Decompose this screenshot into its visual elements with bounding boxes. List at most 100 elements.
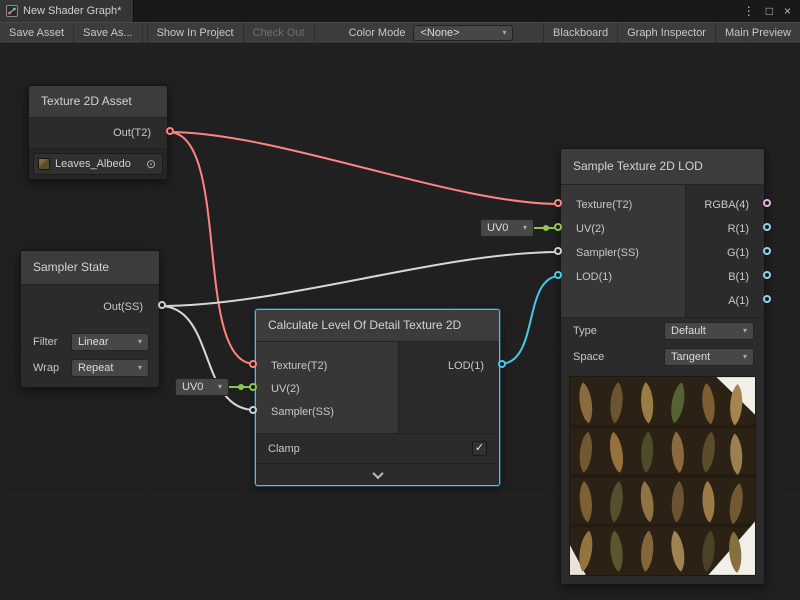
clamp-label: Clamp [268, 443, 300, 455]
port-in-texture2d[interactable] [249, 360, 257, 368]
port-out-b[interactable] [763, 271, 771, 279]
close-icon[interactable]: × [784, 4, 791, 18]
save-as-button[interactable]: Save As... [74, 23, 143, 43]
chevron-down-icon [372, 467, 383, 478]
blackboard-toggle-button[interactable]: Blackboard [543, 23, 617, 43]
node-sampler-state[interactable]: Sampler State Out(SS) Filter Linear ▾ Wr… [20, 250, 160, 388]
port-out-a[interactable] [763, 295, 771, 303]
collapse-bar[interactable] [256, 463, 499, 485]
texture-thumbnail [38, 158, 50, 170]
port-out-r[interactable] [763, 223, 771, 231]
uv-channel-dropdown-calc[interactable]: UV0 ▾ [175, 378, 229, 396]
filter-dropdown[interactable]: Linear ▾ [71, 333, 149, 351]
port-label: Texture(T2) [256, 360, 327, 372]
maximize-icon[interactable]: □ [766, 4, 773, 18]
port-in-uv[interactable] [554, 223, 562, 231]
wrap-value: Repeat [78, 362, 113, 374]
port-row: A(1) [686, 289, 764, 313]
wire-lod-to-sample-lod[interactable] [500, 276, 560, 364]
node-texture-2d-asset[interactable]: Texture 2D Asset Out(T2) Leaves_Albedo ⊙ [28, 85, 168, 180]
port-out-texture2d[interactable] [166, 127, 174, 135]
window-tab[interactable]: New Shader Graph* [0, 0, 134, 22]
graph-inspector-toggle-button[interactable]: Graph Inspector [617, 23, 715, 43]
texture-preview [569, 376, 756, 576]
port-label: A(1) [728, 295, 764, 307]
color-mode-dropdown[interactable]: <None> ▾ [413, 25, 513, 41]
check-out-button[interactable]: Check Out [244, 23, 315, 43]
port-in-texture2d[interactable] [554, 199, 562, 207]
wire-texture-to-sample-lod[interactable] [168, 132, 560, 204]
graph-canvas[interactable]: Texture 2D Asset Out(T2) Leaves_Albedo ⊙… [0, 44, 800, 600]
port-row: Sampler(SS) [256, 400, 398, 423]
uv-connector-dot [543, 225, 549, 231]
wrap-dropdown[interactable]: Repeat ▾ [71, 359, 149, 377]
shader-graph-icon [6, 5, 18, 17]
port-out-g[interactable] [763, 247, 771, 255]
chevron-down-icon: ▾ [743, 353, 747, 361]
port-in-lod[interactable] [554, 271, 562, 279]
port-out-rgba[interactable] [763, 199, 771, 207]
port-row: G(1) [686, 241, 764, 265]
window-controls: ⋮ □ × [743, 0, 800, 22]
port-label: B(1) [728, 271, 764, 283]
port-in-uv[interactable] [249, 383, 257, 391]
uv-channel-dropdown-sample[interactable]: UV0 ▾ [480, 219, 534, 237]
toolbar-spacer [513, 23, 543, 43]
port-row: LOD(1) [561, 265, 685, 289]
port-label: Texture(T2) [561, 199, 632, 211]
port-label-out-t2: Out(T2) [113, 127, 151, 139]
wrap-label: Wrap [33, 362, 59, 374]
port-label: RGBA(4) [704, 199, 764, 211]
wire-texture-to-calc-lod[interactable] [168, 132, 255, 364]
shader-graph-window: New Shader Graph* ⋮ □ × Save Asset Save … [0, 0, 800, 600]
node-title[interactable]: Texture 2D Asset [29, 86, 167, 118]
chevron-down-icon: ▾ [138, 338, 142, 346]
port-in-sampler[interactable] [249, 406, 257, 414]
space-value: Tangent [671, 351, 710, 363]
port-label: UV(2) [561, 223, 605, 235]
check-icon: ✓ [475, 443, 484, 454]
space-label: Space [573, 351, 604, 363]
filter-label: Filter [33, 336, 57, 348]
node-calculate-lod-texture-2d[interactable]: Calculate Level Of Detail Texture 2D Tex… [255, 309, 500, 486]
save-asset-button[interactable]: Save Asset [0, 23, 74, 43]
type-value: Default [671, 325, 706, 337]
port-label: LOD(1) [448, 360, 499, 372]
input-port-panel: Texture(T2) UV(2) Sampler(SS) [256, 342, 399, 433]
port-row: B(1) [686, 265, 764, 289]
texture-object-field[interactable]: Leaves_Albedo ⊙ [33, 153, 163, 175]
clamp-checkbox[interactable]: ✓ [472, 441, 487, 456]
color-mode-label: Color Mode [341, 23, 414, 43]
node-sample-texture-2d-lod[interactable]: Sample Texture 2D LOD Texture(T2) UV(2) … [560, 148, 765, 585]
input-port-panel: Texture(T2) UV(2) Sampler(SS) LOD(1) [561, 185, 686, 317]
clamp-row: Clamp ✓ [256, 433, 499, 463]
object-picker-icon[interactable]: ⊙ [144, 158, 158, 170]
type-dropdown[interactable]: Default ▾ [664, 322, 754, 340]
wire-sampler-to-sample-lod[interactable] [160, 252, 560, 306]
port-out-samplerstate[interactable] [158, 301, 166, 309]
title-bar: New Shader Graph* ⋮ □ × [0, 0, 800, 22]
output-port-panel: RGBA(4) R(1) G(1) B(1) [686, 185, 764, 317]
chevron-down-icon: ▾ [502, 29, 506, 37]
node-title[interactable]: Sample Texture 2D LOD [561, 149, 764, 185]
port-out-lod[interactable] [498, 360, 506, 368]
port-label: Sampler(SS) [256, 406, 334, 418]
port-label: Sampler(SS) [561, 247, 639, 259]
port-label: LOD(1) [561, 271, 612, 283]
port-label: UV(2) [256, 383, 300, 395]
chevron-down-icon: ▾ [523, 224, 527, 232]
menu-icon[interactable]: ⋮ [743, 4, 755, 18]
port-row-out-ss: Out(SS) [21, 285, 159, 329]
chevron-down-icon: ▾ [138, 364, 142, 372]
space-row: Space Tangent ▾ [561, 344, 764, 370]
node-title[interactable]: Calculate Level Of Detail Texture 2D [256, 310, 499, 342]
chevron-down-icon: ▾ [743, 327, 747, 335]
port-label-out-ss: Out(SS) [103, 301, 143, 313]
uv-channel-value: UV0 [487, 222, 508, 234]
main-preview-toggle-button[interactable]: Main Preview [715, 23, 800, 43]
node-title[interactable]: Sampler State [21, 251, 159, 285]
show-in-project-button[interactable]: Show In Project [147, 23, 244, 43]
port-in-sampler[interactable] [554, 247, 562, 255]
output-port-panel: LOD(1) [399, 342, 499, 433]
space-dropdown[interactable]: Tangent ▾ [664, 348, 754, 366]
